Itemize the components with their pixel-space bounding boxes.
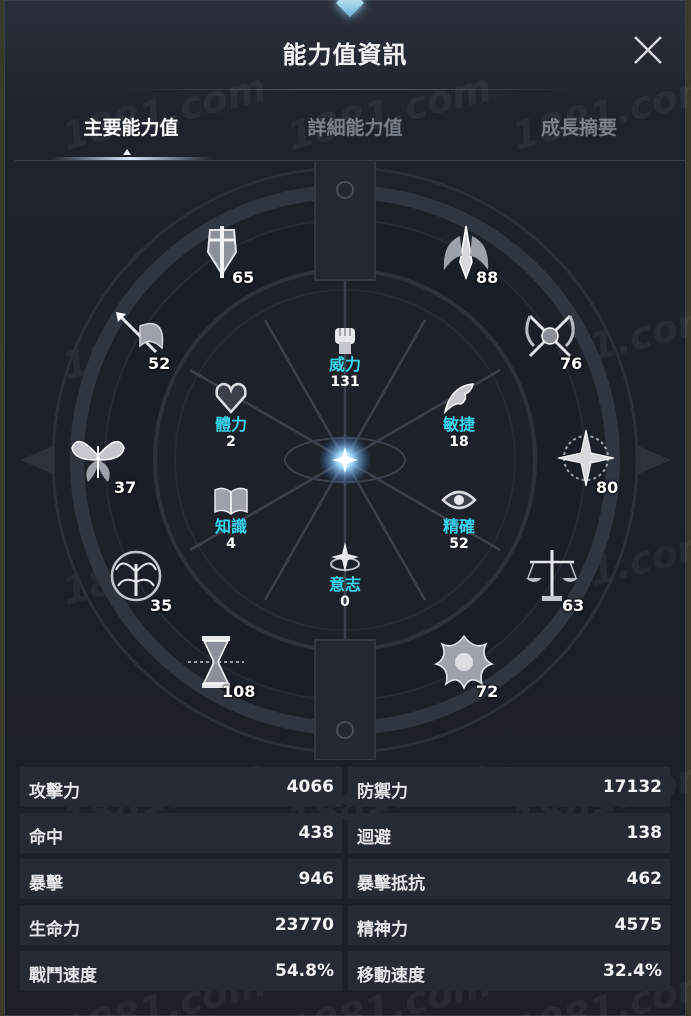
stat-label: 防禦力 <box>357 782 408 802</box>
emblem-value: 108 <box>222 682 256 701</box>
stat-value: 946 <box>298 869 335 889</box>
stat-row: 攻擊力 4066 <box>20 767 342 807</box>
stat-row: 生命力 23770 <box>20 905 342 945</box>
core-stat-value: 131 <box>330 374 360 390</box>
tab-main-stats[interactable]: 主要能力值 <box>41 113 221 140</box>
stat-label: 暴擊抵抗 <box>357 874 425 894</box>
stat-value: 54.8% <box>275 961 334 981</box>
core-stat-agility[interactable]: 敏捷 18 <box>414 380 504 451</box>
core-stat-name: 敏捷 <box>442 415 475 434</box>
stat-row: 精神力 4575 <box>348 905 670 945</box>
core-stat-name: 意志 <box>328 575 361 594</box>
stat-label: 攻擊力 <box>29 782 80 802</box>
stat-value: 462 <box>626 869 663 889</box>
emblem-value: 65 <box>232 268 255 287</box>
stat-label: 暴擊 <box>29 874 63 894</box>
emblem-crossed-scythes[interactable]: 76 <box>514 300 594 380</box>
fist-icon <box>335 328 355 354</box>
stat-label: 迴避 <box>357 828 391 848</box>
stat-value: 17132 <box>602 777 662 797</box>
core-stat-precision[interactable]: 精確 52 <box>414 482 504 553</box>
emblem-value: 80 <box>596 478 619 497</box>
core-stat-power[interactable]: 威力 131 <box>300 320 390 391</box>
stat-label: 移動速度 <box>357 966 425 986</box>
emblem-value: 76 <box>560 354 583 373</box>
stat-label: 命中 <box>29 828 63 848</box>
stat-value: 4066 <box>286 777 334 797</box>
stat-row: 暴擊 946 <box>20 859 342 899</box>
emblem-winged-blade[interactable]: 88 <box>430 216 510 296</box>
window-title: 能力值資訊 <box>282 41 408 69</box>
heart-icon <box>215 382 247 414</box>
core-stat-knowledge[interactable]: 知識 4 <box>186 482 276 553</box>
emblem-butterfly[interactable]: 37 <box>62 422 142 502</box>
emblem-value: 37 <box>114 478 137 497</box>
emblem-flame-sun[interactable]: 72 <box>428 626 508 706</box>
book-icon <box>214 487 248 515</box>
emblem-compass-star[interactable]: 80 <box>550 422 630 502</box>
core-stat-value: 4 <box>226 536 236 552</box>
emblem-arrow-wing[interactable]: 52 <box>104 300 184 380</box>
stat-label: 戰鬥速度 <box>29 966 97 986</box>
emblem-sword-shield[interactable]: 65 <box>186 216 266 296</box>
stat-wheel: 65 88 52 76 37 80 35 63 108 72 威力 131 體力… <box>0 160 691 760</box>
stat-value: 23770 <box>274 915 334 935</box>
core-stat-vitality[interactable]: 體力 2 <box>186 380 276 451</box>
core-stat-value: 0 <box>340 594 350 610</box>
tab-detailed-stats[interactable]: 詳細能力值 <box>265 113 445 140</box>
stat-row: 迴避 138 <box>348 813 670 853</box>
emblem-hourglass[interactable]: 108 <box>180 626 260 706</box>
close-icon <box>634 36 662 64</box>
stat-row: 命中 438 <box>20 813 342 853</box>
spark-ring-icon <box>330 542 360 572</box>
eye-icon <box>441 490 477 510</box>
emblem-value: 35 <box>150 596 173 615</box>
core-stat-name: 知識 <box>214 517 247 536</box>
stat-row: 移動速度 32.4% <box>348 951 670 991</box>
stat-row: 防禦力 17132 <box>348 767 670 807</box>
core-stat-name: 威力 <box>328 355 361 374</box>
feather-wing-icon <box>443 383 474 415</box>
core-stat-name: 精確 <box>442 517 475 536</box>
active-tab-caret <box>123 149 131 155</box>
emblem-scales[interactable]: 63 <box>516 540 596 620</box>
stat-value: 438 <box>298 823 335 843</box>
stat-value: 4575 <box>614 915 662 935</box>
title-divider <box>125 89 575 90</box>
emblem-value: 52 <box>148 354 171 373</box>
emblem-value: 88 <box>476 268 499 287</box>
tab-growth-summary[interactable]: 成長摘要 <box>489 113 669 140</box>
core-stat-name: 體力 <box>214 415 247 434</box>
stat-value: 138 <box>626 823 663 843</box>
stat-label: 生命力 <box>29 920 80 940</box>
core-stat-value: 2 <box>226 434 236 450</box>
emblem-tree-of-life[interactable]: 35 <box>100 540 180 620</box>
stat-value: 32.4% <box>603 961 662 981</box>
core-stat-value: 52 <box>449 536 469 552</box>
top-gem-ornament <box>335 0 365 18</box>
stat-label: 精神力 <box>357 920 408 940</box>
stat-row: 暴擊抵抗 462 <box>348 859 670 899</box>
close-button[interactable] <box>629 31 667 69</box>
emblem-value: 63 <box>562 596 585 615</box>
stat-row: 戰鬥速度 54.8% <box>20 951 342 991</box>
tab-bar: 主要能力值 詳細能力值 成長摘要 <box>15 105 685 161</box>
core-stat-will[interactable]: 意志 0 <box>300 540 390 611</box>
core-stat-value: 18 <box>449 434 469 450</box>
emblem-value: 72 <box>476 682 499 701</box>
